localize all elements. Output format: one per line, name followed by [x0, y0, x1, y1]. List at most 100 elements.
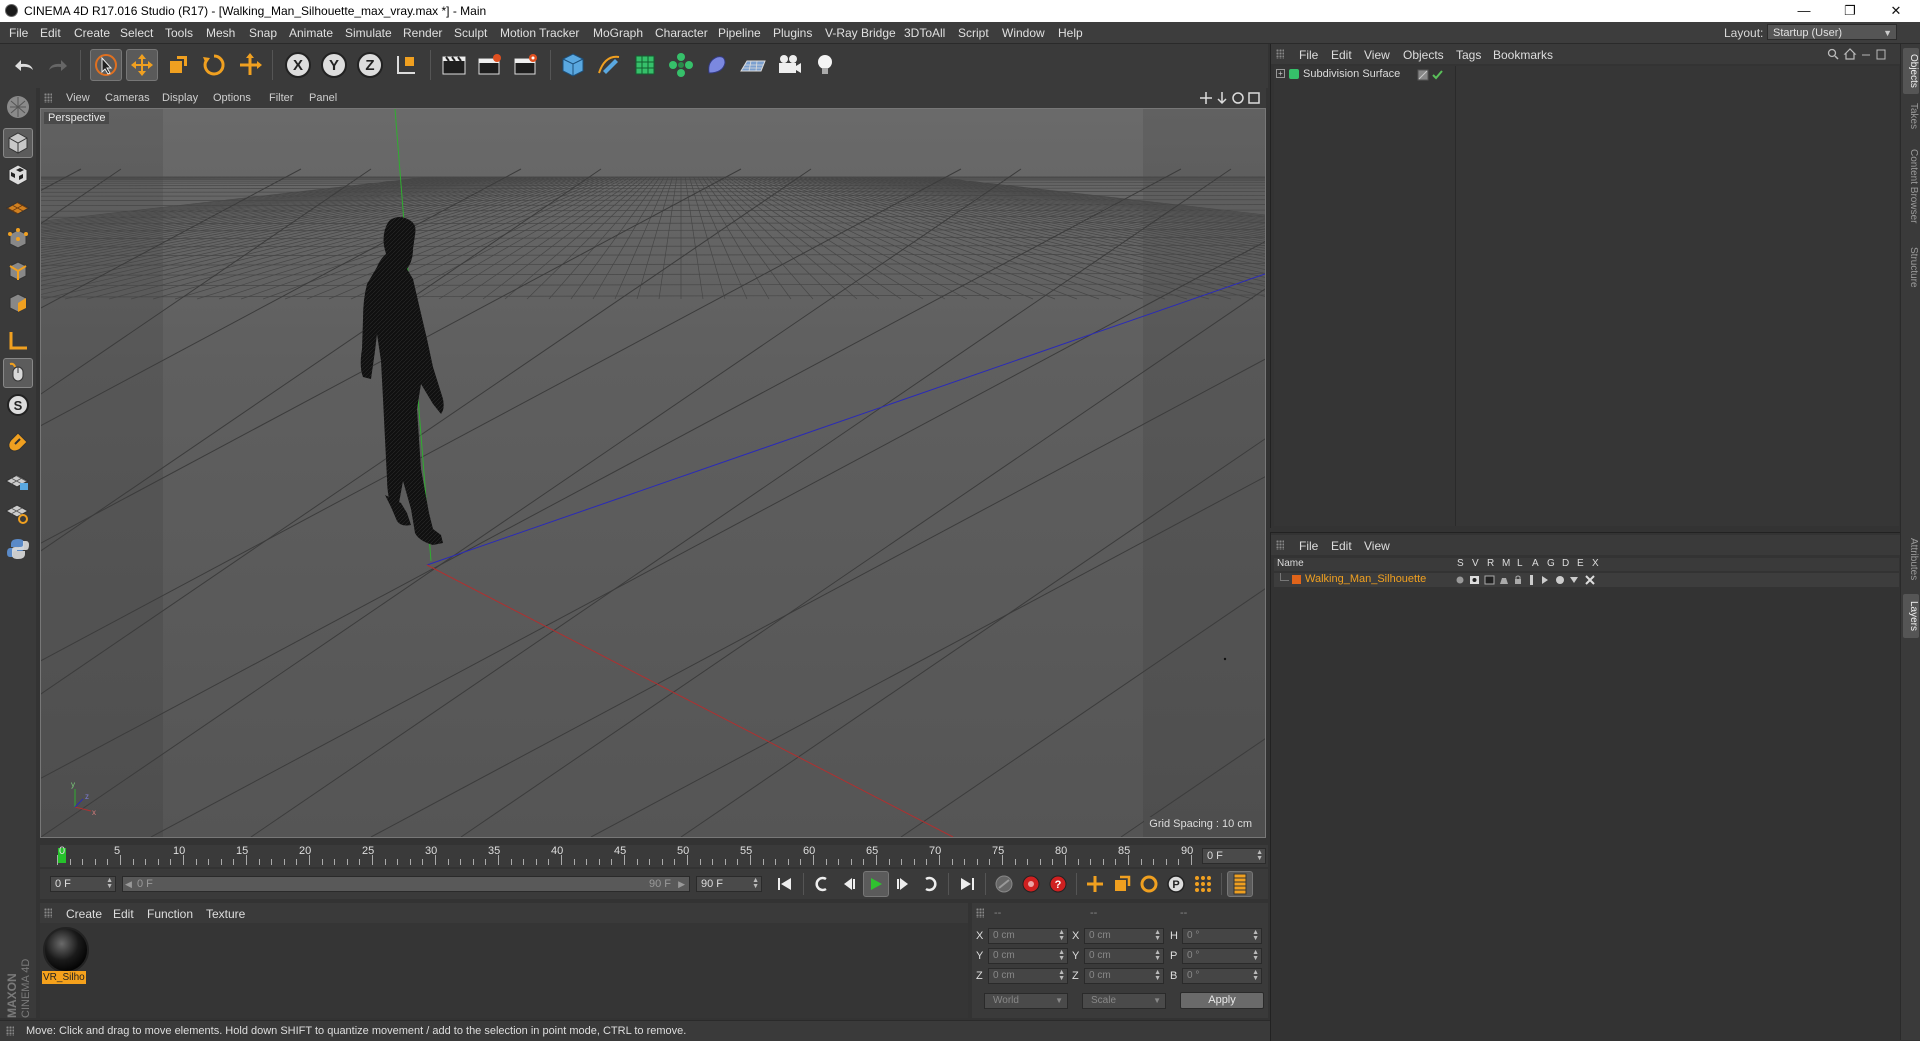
cloner-icon[interactable] [665, 49, 697, 81]
enabled-check-icon[interactable] [1433, 71, 1442, 78]
preview-range-slider[interactable]: ◀ 0 F 90 F ▶ [122, 876, 690, 892]
menu-window[interactable]: Window [1002, 26, 1045, 40]
z-axis-icon[interactable]: Z [354, 49, 386, 81]
make-editable-icon[interactable] [3, 92, 33, 122]
tab-layers[interactable]: Layers [1903, 594, 1919, 638]
menu-tools[interactable]: Tools [165, 26, 193, 40]
generators-toggle-icon[interactable] [1542, 576, 1548, 584]
search-icon[interactable] [1829, 50, 1839, 60]
menu-select[interactable]: Select [120, 26, 153, 40]
spinner-icon[interactable]: ▲▼ [106, 878, 113, 890]
menu-file[interactable]: File [9, 26, 28, 40]
size-x-field[interactable]: 0 cm▲▼ [1084, 928, 1164, 944]
menu-simulate[interactable]: Simulate [345, 26, 392, 40]
viewport-pan-icon[interactable] [1200, 92, 1212, 104]
viewport-zoom-icon[interactable] [1218, 92, 1226, 103]
deformers-toggle-icon[interactable] [1556, 576, 1564, 584]
y-axis-icon[interactable]: Y [318, 49, 350, 81]
rotation-b-field[interactable]: 0 °▲▼ [1182, 968, 1262, 984]
deformer-icon[interactable] [701, 49, 733, 81]
manager-toggle-icon[interactable] [1500, 578, 1508, 584]
objects-menu-bookmarks[interactable]: Bookmarks [1493, 48, 1553, 62]
layer-col-v[interactable]: V [1472, 558, 1479, 569]
layer-col-e[interactable]: E [1577, 558, 1584, 569]
objects-menu-objects[interactable]: Objects [1403, 48, 1444, 62]
key-position-icon[interactable] [1082, 871, 1108, 897]
viewport-menu-view[interactable]: View [66, 92, 90, 104]
select-icon[interactable] [90, 49, 122, 81]
menu-vray-bridge[interactable]: V-Ray Bridge [825, 26, 896, 40]
menu-mesh[interactable]: Mesh [206, 26, 235, 40]
spinner-icon[interactable]: ▲▼ [1252, 930, 1259, 942]
undo-icon[interactable] [8, 49, 40, 81]
record-active-objects-icon[interactable] [1018, 871, 1044, 897]
cube-icon[interactable] [557, 49, 589, 81]
key-scale-icon[interactable] [1109, 871, 1135, 897]
python-icon[interactable] [3, 534, 33, 564]
tab-attributes[interactable]: Attributes [1903, 530, 1919, 588]
layer-col-l[interactable]: L [1517, 558, 1523, 569]
layer-col-d[interactable]: D [1562, 558, 1569, 569]
planar-workplane-icon[interactable] [3, 498, 33, 528]
points-mode-icon[interactable] [3, 224, 33, 254]
layer-color-swatch[interactable] [1292, 575, 1301, 584]
menu-help[interactable]: Help [1058, 26, 1083, 40]
render-toggle-icon[interactable] [1485, 576, 1494, 584]
go-to-end-icon[interactable] [954, 871, 980, 897]
go-to-start-icon[interactable] [772, 871, 798, 897]
tab-objects[interactable]: Objects [1903, 48, 1919, 94]
polygons-mode-icon[interactable] [3, 288, 33, 318]
subdivision-icon[interactable] [629, 49, 661, 81]
model-mode-icon[interactable] [3, 128, 33, 158]
material-menu-texture[interactable]: Texture [206, 907, 245, 921]
layers-menu-view[interactable]: View [1364, 539, 1390, 553]
timeline-window-icon[interactable] [1227, 871, 1253, 897]
x-axis-icon[interactable]: X [282, 49, 314, 81]
material-menu-function[interactable]: Function [147, 907, 193, 921]
camera-icon[interactable] [773, 49, 805, 81]
objects-menu-edit[interactable]: Edit [1331, 48, 1352, 62]
position-x-field[interactable]: 0 cm▲▼ [988, 928, 1068, 944]
axis-icon[interactable] [3, 326, 33, 356]
animation-toggle-icon[interactable] [1530, 575, 1533, 585]
redo-icon[interactable] [42, 49, 74, 81]
key-point-level-icon[interactable] [1190, 871, 1216, 897]
viewport-menu-panel[interactable]: Panel [309, 92, 337, 104]
tab-structure[interactable]: Structure [1903, 238, 1919, 296]
object-row-subdivision-surface[interactable]: + Subdivision Surface [1274, 68, 1415, 82]
menu-plugins[interactable]: Plugins [773, 26, 812, 40]
layer-col-s[interactable]: S [1457, 558, 1464, 569]
menu-3dtoall[interactable]: 3DToAll [904, 26, 945, 40]
perspective-viewport[interactable]: y x z Perspective Grid Spacing : 10 cm [40, 108, 1266, 838]
material-item[interactable]: VR_Silho [40, 923, 90, 989]
xref-toggle-icon[interactable] [1586, 576, 1594, 584]
layer-col-x[interactable]: X [1592, 558, 1599, 569]
spinner-icon[interactable]: ▲▼ [1058, 950, 1065, 962]
solo-toggle-icon[interactable] [1457, 577, 1464, 584]
size-mode-dropdown[interactable]: Scale▼ [1082, 993, 1166, 1009]
layer-col-a[interactable]: A [1532, 558, 1539, 569]
spinner-icon[interactable]: ▲▼ [1256, 850, 1263, 862]
spinner-icon[interactable]: ▲▼ [1252, 970, 1259, 982]
apply-button[interactable]: Apply [1180, 992, 1264, 1009]
menu-edit[interactable]: Edit [40, 26, 61, 40]
material-preview-swatch[interactable] [43, 927, 89, 973]
spinner-icon[interactable]: ▲▼ [752, 878, 759, 890]
spinner-icon[interactable]: ▲▼ [1252, 950, 1259, 962]
render-picture-viewer-icon[interactable] [474, 49, 506, 81]
render-view-icon[interactable] [438, 49, 470, 81]
current-frame-field[interactable]: 0 F ▲▼ [1202, 848, 1266, 864]
rotation-p-field[interactable]: 0 °▲▼ [1182, 948, 1262, 964]
objects-menu-file[interactable]: File [1299, 48, 1318, 62]
light-icon[interactable] [809, 49, 841, 81]
expressions-toggle-icon[interactable] [1570, 577, 1578, 583]
magnet-icon[interactable] [3, 428, 33, 458]
end-frame-field[interactable]: 90 F ▲▼ [696, 876, 762, 892]
menu-sculpt[interactable]: Sculpt [454, 26, 487, 40]
menu-mograph[interactable]: MoGraph [593, 26, 643, 40]
size-y-field[interactable]: 0 cm▲▼ [1084, 948, 1164, 964]
tab-content-browser[interactable]: Content Browser [1903, 140, 1919, 232]
transform-icon[interactable] [234, 49, 266, 81]
viewport-camera-label[interactable]: Perspective [44, 112, 109, 124]
spinner-icon[interactable]: ▲▼ [1154, 970, 1161, 982]
